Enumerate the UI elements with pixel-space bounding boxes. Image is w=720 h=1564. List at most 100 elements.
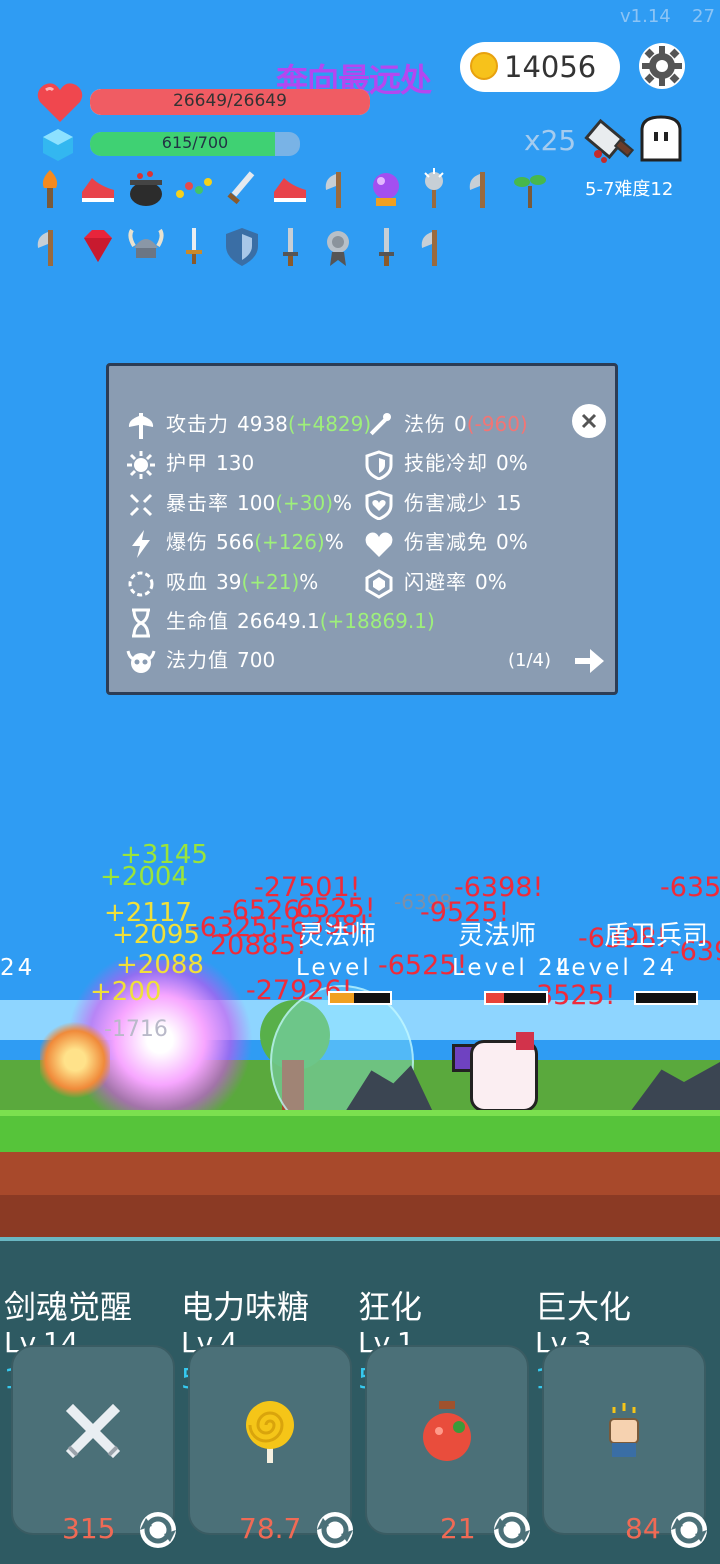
- cycle-icon: [671, 1512, 707, 1548]
- skill-value: 78.7: [239, 1512, 302, 1545]
- crosshair-icon: [129, 493, 153, 516]
- stat-hp: 生命值 26649.1(+18869.1): [126, 605, 435, 638]
- short-sword-icon[interactable]: [366, 226, 406, 268]
- medal-icon[interactable]: [318, 226, 358, 268]
- heart-icon: [365, 532, 393, 557]
- skill-name: 狂化: [358, 1288, 423, 1326]
- axe-icon[interactable]: [414, 226, 454, 268]
- skill-value: 315: [62, 1512, 116, 1545]
- version-extra-label: 27: [692, 6, 715, 27]
- beads-icon[interactable]: [174, 168, 214, 210]
- enemy-level: Level: [296, 955, 372, 981]
- cauldron-icon[interactable]: [126, 168, 166, 210]
- heart-shield-icon: [365, 489, 393, 520]
- cleaver-icon: [584, 118, 635, 163]
- enemy-hp-bar: [484, 991, 548, 1005]
- magic-wand-icon: [369, 412, 391, 435]
- coin-value: 14056: [504, 50, 597, 84]
- stage-difficulty: 5-7难度12: [585, 179, 674, 200]
- auto-cast-toggle[interactable]: [667, 1508, 711, 1552]
- sneaker-icon[interactable]: [270, 168, 310, 210]
- crossed-swords-icon: [61, 1399, 125, 1465]
- enemy-hp-fill: [486, 993, 504, 1003]
- fist-icon: [592, 1399, 656, 1465]
- sapling-icon[interactable]: [510, 168, 550, 210]
- horned-skull-icon: [126, 650, 156, 673]
- hp-text: 26649/26649: [173, 91, 287, 111]
- dagger-icon[interactable]: [174, 226, 214, 268]
- skill-button[interactable]: [188, 1345, 352, 1535]
- enemy-level: Level 24: [556, 955, 678, 981]
- stat-magic: 法伤 0(-960): [364, 408, 528, 441]
- gear-icon[interactable]: [636, 40, 688, 92]
- stat-mana: 法力值 700: [126, 644, 275, 677]
- lollipop-icon: [238, 1399, 302, 1465]
- auto-cast-toggle[interactable]: [490, 1508, 534, 1552]
- stat-attack: 攻击力 4938(+4829): [126, 408, 371, 441]
- heal-number: +200: [90, 977, 162, 1007]
- damage-number: -635: [660, 872, 720, 903]
- speed-multiplier[interactable]: x25: [524, 124, 576, 157]
- skill-name: 剑魂觉醒: [4, 1288, 133, 1326]
- enemy-level: 24: [0, 955, 36, 981]
- viking-helmet-icon[interactable]: [126, 226, 166, 268]
- stat-dmg-immune: 伤害减免 0%: [364, 526, 528, 559]
- dirt-ground-deep: [0, 1195, 720, 1237]
- hexagon-icon: [365, 568, 393, 599]
- stat-armor: 护甲 130: [126, 447, 254, 480]
- enemy-hp-bar: [328, 991, 392, 1005]
- sword-icon[interactable]: [222, 168, 262, 210]
- stat-crit-rate: 暴击率 100(+30)%: [126, 487, 352, 520]
- enemy-name: 盾卫兵司: [604, 921, 709, 951]
- mace-icon[interactable]: [414, 168, 454, 210]
- skill-name: 巨大化: [535, 1288, 632, 1326]
- stat-lifesteal: 吸血 39(+21)%: [126, 566, 318, 599]
- sneaker-icon[interactable]: [78, 168, 118, 210]
- next-page-arrow-icon[interactable]: [572, 644, 606, 678]
- close-button[interactable]: [572, 404, 606, 438]
- damage-number: -1716: [104, 1017, 168, 1042]
- shield-icon[interactable]: [222, 226, 262, 268]
- page-indicator: (1/4): [508, 650, 552, 671]
- heal-number: +2004: [100, 862, 188, 892]
- auto-cast-toggle[interactable]: [313, 1508, 357, 1552]
- torch-icon[interactable]: [30, 168, 70, 210]
- version-label: v1.14: [620, 6, 671, 27]
- shield-icon: [365, 449, 393, 480]
- axe-icon[interactable]: [30, 226, 70, 268]
- ring-icon: [128, 571, 154, 596]
- mp-text: 615/700: [161, 133, 229, 152]
- cycle-icon: [317, 1512, 353, 1548]
- short-sword-icon[interactable]: [270, 226, 310, 268]
- player-sprite: [40, 1020, 110, 1100]
- cycle-icon: [140, 1512, 176, 1548]
- grass-ground: [0, 1110, 720, 1158]
- enemy-name: 灵法师: [458, 921, 537, 951]
- skill-name: 电力味糖: [181, 1288, 310, 1326]
- skill-button[interactable]: [542, 1345, 706, 1535]
- axe-icon: [128, 412, 154, 439]
- auto-cast-toggle[interactable]: [136, 1508, 180, 1552]
- skill-button[interactable]: [11, 1345, 175, 1535]
- lightning-icon: [132, 529, 150, 558]
- enemy-body: [470, 1040, 538, 1112]
- heal-number: +2095: [112, 920, 200, 950]
- stat-cooldown: 技能冷却 0%: [364, 447, 528, 480]
- close-icon: [581, 413, 597, 429]
- stat-dodge: 闪避率 0%: [364, 566, 507, 599]
- mana-crystal-icon: [43, 129, 73, 161]
- stat-crit-damage: 爆伤 566(+126)%: [126, 526, 344, 559]
- crystal-ball-icon[interactable]: [366, 168, 406, 210]
- axe-icon[interactable]: [318, 168, 358, 210]
- enemy-mage-sprite: [452, 1032, 538, 1112]
- skill-value: 84: [625, 1512, 661, 1545]
- heal-number: +2088: [116, 950, 204, 980]
- hourglass-icon: [132, 608, 150, 637]
- skill-value: 21: [440, 1512, 476, 1545]
- axe-icon[interactable]: [462, 168, 502, 210]
- skill-button[interactable]: [365, 1345, 529, 1535]
- stat-dmg-reduce: 伤害减少 15: [364, 487, 521, 520]
- ghost-icon: [640, 115, 682, 162]
- sun-icon: [127, 450, 155, 479]
- ruby-icon[interactable]: [78, 226, 118, 268]
